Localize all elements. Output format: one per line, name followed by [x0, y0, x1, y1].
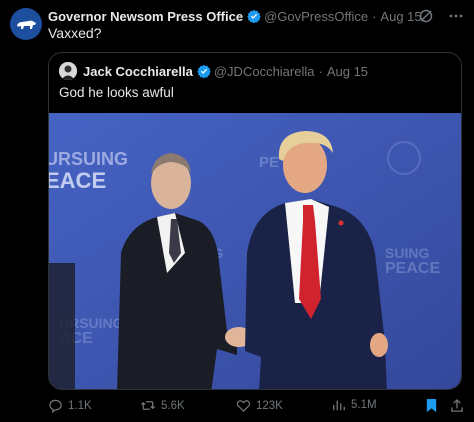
- quoted-post[interactable]: Jack Cocchiarella @JDCocchiarella · Aug …: [48, 52, 462, 390]
- quote-author-handle[interactable]: @JDCocchiarella: [214, 64, 315, 79]
- svg-text:PEACE: PEACE: [385, 260, 440, 277]
- reply-icon: [49, 399, 62, 413]
- reply-count: 1.1K: [68, 399, 92, 412]
- bookmark-icon: [426, 398, 437, 413]
- author-handle[interactable]: @GovPressOffice: [264, 9, 368, 24]
- views-button[interactable]: 5.1M: [332, 398, 377, 412]
- author-name[interactable]: Governor Newsom Press Office: [48, 9, 243, 24]
- repost-count: 5.6K: [161, 399, 185, 412]
- quote-header: Jack Cocchiarella @JDCocchiarella · Aug …: [59, 62, 368, 80]
- header-icons: [418, 8, 464, 24]
- repost-icon: [141, 401, 155, 410]
- reply-button[interactable]: 1.1K: [48, 398, 92, 413]
- post-date[interactable]: Aug 15: [380, 9, 421, 24]
- heart-icon: [236, 400, 251, 412]
- svg-text:PE: PE: [259, 154, 279, 171]
- backdrop-text-line1: URSUING: [49, 149, 128, 169]
- repost-button[interactable]: 5.6K: [140, 398, 185, 413]
- share-button[interactable]: [450, 398, 464, 413]
- more-icon[interactable]: [448, 8, 464, 24]
- separator: ·: [372, 8, 377, 24]
- bookmark-button[interactable]: [425, 398, 438, 413]
- grok-icon[interactable]: [418, 8, 434, 24]
- author-avatar[interactable]: [10, 8, 42, 40]
- backdrop-text-line2: EACE: [49, 168, 106, 193]
- person-avatar-icon: [59, 62, 77, 80]
- verified-badge-icon: [197, 64, 211, 78]
- svg-text:SUING: SUING: [385, 245, 429, 261]
- verified-badge-icon: [247, 9, 261, 23]
- views-count: 5.1M: [351, 399, 377, 411]
- post-header: Governor Newsom Press Office @GovPressOf…: [48, 6, 474, 26]
- like-button[interactable]: 123K: [236, 398, 283, 413]
- action-bar: 1.1K 5.6K 123K 5.1M: [48, 396, 466, 418]
- bear-icon: [17, 20, 36, 29]
- quote-text: God he looks awful: [59, 85, 174, 100]
- separator: ·: [318, 63, 323, 79]
- quote-author-name[interactable]: Jack Cocchiarella: [83, 64, 193, 79]
- like-count: 123K: [256, 399, 283, 412]
- quote-avatar[interactable]: [59, 62, 77, 80]
- quote-date[interactable]: Aug 15: [327, 64, 368, 79]
- share-icon: [451, 398, 463, 412]
- post-text: Vaxxed?: [48, 25, 102, 41]
- quote-photo[interactable]: URSUING EACE PE SUING ACE SUING PEACE UR…: [49, 113, 462, 390]
- views-icon: [333, 400, 345, 411]
